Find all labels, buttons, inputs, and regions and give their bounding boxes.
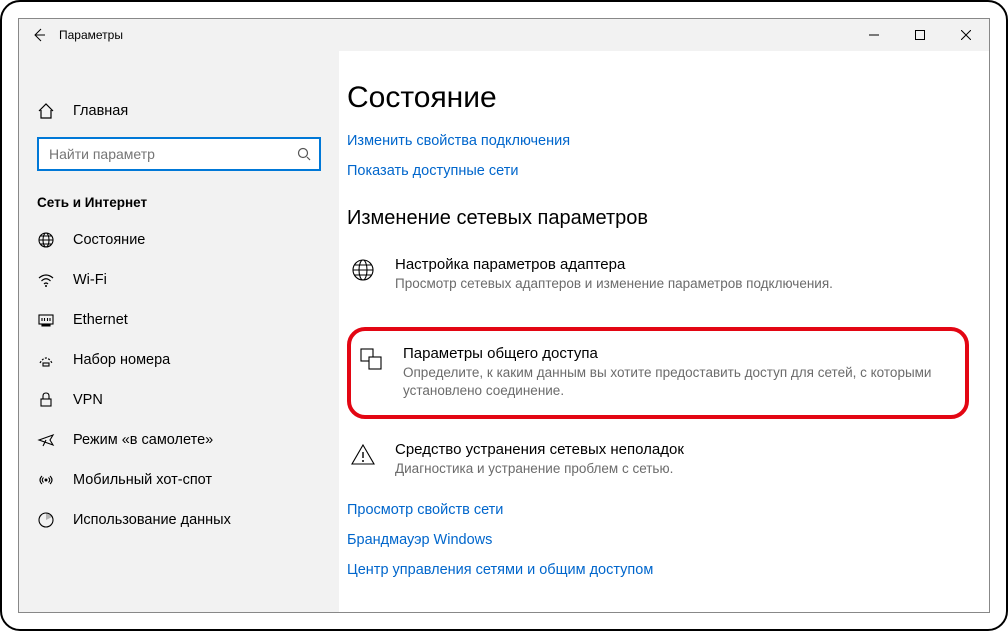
sidebar-item-home[interactable]: Главная — [19, 91, 339, 131]
link-show-networks[interactable]: Показать доступные сети — [347, 163, 969, 179]
sidebar-item-label: Состояние — [73, 232, 145, 248]
sidebar-item-label: Ethernet — [73, 312, 128, 328]
vpn-icon — [37, 391, 55, 409]
setting-adapter-options[interactable]: Настройка параметров адаптера Просмотр с… — [347, 250, 969, 303]
section-title: Изменение сетевых параметров — [347, 207, 969, 230]
globe-icon — [37, 231, 55, 249]
sidebar-item-airplane[interactable]: Режим «в самолете» — [19, 420, 339, 460]
close-icon — [961, 30, 971, 40]
wifi-icon — [37, 271, 55, 289]
setting-title: Параметры общего доступа — [403, 345, 951, 362]
data-usage-icon — [37, 511, 55, 529]
setting-desc: Определите, к каким данным вы хотите пре… — [403, 364, 951, 400]
content-pane: Состояние Изменить свойства подключения … — [339, 51, 989, 612]
sidebar-item-vpn[interactable]: VPN — [19, 380, 339, 420]
settings-window: Параметры Главная — [18, 18, 990, 613]
link-change-connection[interactable]: Изменить свойства подключения — [347, 133, 969, 149]
arrow-left-icon — [31, 27, 47, 43]
sidebar-item-label: Мобильный хот-спот — [73, 472, 212, 488]
sidebar-item-ethernet[interactable]: Ethernet — [19, 300, 339, 340]
maximize-icon — [915, 30, 925, 40]
sidebar-item-label: VPN — [73, 392, 103, 408]
hotspot-icon — [37, 471, 55, 489]
setting-desc: Просмотр сетевых адаптеров и изменение п… — [395, 275, 833, 293]
setting-desc: Диагностика и устранение проблем с сетью… — [395, 460, 684, 478]
ethernet-icon — [37, 311, 55, 329]
link-network-center[interactable]: Центр управления сетями и общим доступом — [347, 562, 969, 578]
setting-title: Средство устранения сетевых неполадок — [395, 441, 684, 458]
sidebar-item-label: Режим «в самолете» — [73, 432, 213, 448]
titlebar: Параметры — [19, 19, 989, 51]
highlighted-setting: Параметры общего доступа Определите, к к… — [347, 327, 969, 418]
adapter-icon — [349, 256, 377, 284]
sidebar-item-wifi[interactable]: Wi-Fi — [19, 260, 339, 300]
search-input[interactable] — [37, 137, 321, 171]
airplane-icon — [37, 431, 55, 449]
sharing-icon — [357, 345, 385, 373]
setting-troubleshoot[interactable]: Средство устранения сетевых неполадок Ди… — [347, 435, 969, 488]
dialup-icon — [37, 351, 55, 369]
sidebar: Главная Сеть и Интернет Состояние — [19, 51, 339, 612]
sidebar-group-label: Сеть и Интернет — [19, 177, 339, 220]
maximize-button[interactable] — [897, 19, 943, 51]
back-button[interactable] — [19, 27, 59, 43]
page-title: Состояние — [347, 81, 969, 115]
warning-icon — [349, 441, 377, 469]
link-view-properties[interactable]: Просмотр свойств сети — [347, 502, 969, 518]
body-area: Главная Сеть и Интернет Состояние — [19, 51, 989, 612]
sidebar-item-label: Использование данных — [73, 512, 231, 528]
sidebar-item-hotspot[interactable]: Мобильный хот-спот — [19, 460, 339, 500]
sidebar-home-label: Главная — [73, 103, 128, 119]
sidebar-item-dialup[interactable]: Набор номера — [19, 340, 339, 380]
sidebar-item-data[interactable]: Использование данных — [19, 500, 339, 540]
minimize-button[interactable] — [851, 19, 897, 51]
setting-sharing-options[interactable]: Параметры общего доступа Определите, к к… — [357, 341, 951, 404]
sidebar-item-label: Wi-Fi — [73, 272, 107, 288]
close-button[interactable] — [943, 19, 989, 51]
annotation-frame: Параметры Главная — [0, 0, 1008, 631]
home-icon — [37, 102, 55, 120]
sidebar-item-label: Набор номера — [73, 352, 170, 368]
window-title: Параметры — [59, 28, 851, 42]
sidebar-item-status[interactable]: Состояние — [19, 220, 339, 260]
minimize-icon — [869, 30, 879, 40]
setting-title: Настройка параметров адаптера — [395, 256, 833, 273]
link-firewall[interactable]: Брандмауэр Windows — [347, 532, 969, 548]
